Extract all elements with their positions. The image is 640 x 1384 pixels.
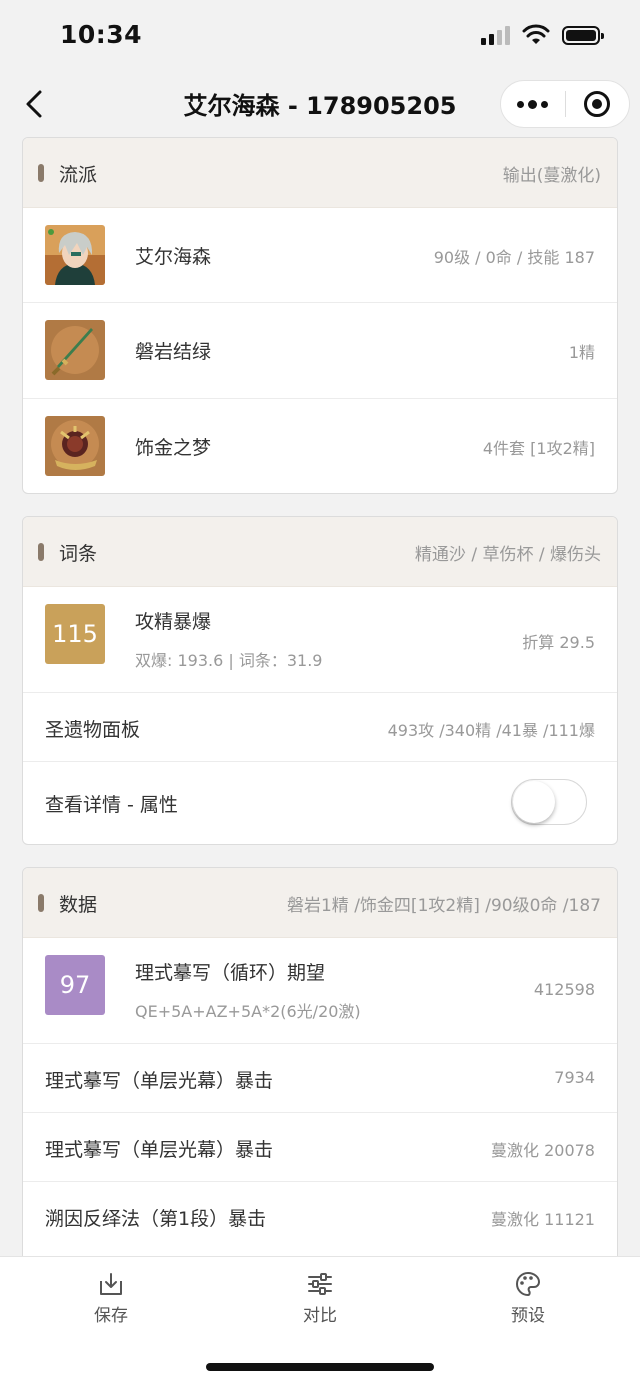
data-row[interactable]: 溯因反绎法（第1段）暴击 蔓激化 11121 [23, 1182, 617, 1251]
stats-score-title: 攻精暴爆 [135, 611, 212, 633]
data-row-value: 蔓激化 20078 [491, 1141, 595, 1160]
character-name: 艾尔海森 [135, 246, 212, 268]
data-score-value: 412598 [533, 980, 595, 999]
tab-compare[interactable]: 对比 [270, 1271, 370, 1326]
home-indicator [206, 1363, 434, 1371]
tab-save[interactable]: 保存 [61, 1271, 161, 1326]
artifact-panel-value: 493攻 /340精 /41暴 /111爆 [387, 721, 595, 740]
battery-icon [562, 25, 604, 45]
cellular-signal-icon [481, 25, 510, 45]
stats-header-title: 词条 [59, 543, 98, 565]
data-card: 数据 磐岩1精 /饰金四[1攻2精] /90级0命 /187 97 理式摹写（循… [22, 867, 618, 1287]
artifact-panel-label: 圣遗物面板 [45, 719, 141, 741]
data-score-badge: 97 [45, 955, 105, 1015]
status-bar: 10:34 [0, 0, 640, 72]
weapon-row[interactable]: 磐岩结绿 1精 [23, 303, 617, 399]
data-row-value: 蔓激化 11121 [491, 1210, 595, 1229]
stats-score-converted: 折算 29.5 [522, 633, 595, 652]
stats-card: 词条 精通沙 / 草伤杯 / 爆伤头 115 攻精暴爆 双爆: 193.6 | … [22, 516, 618, 845]
wifi-icon [522, 24, 550, 44]
data-row[interactable]: 理式摹写（单层光幕）暴击 7934 [23, 1044, 617, 1113]
stats-card-header: 词条 精通沙 / 草伤杯 / 爆伤头 [23, 517, 617, 587]
data-header-title: 数据 [59, 894, 98, 916]
artifact-set-detail: 4件套 [1攻2精] [482, 439, 595, 458]
view-detail-label: 查看详情 - 属性 [45, 794, 178, 816]
weapon-name: 磐岩结绿 [135, 341, 212, 363]
data-row-label: 理式摹写（单层光幕）暴击 [45, 1070, 274, 1092]
sword-weapon-icon [45, 320, 105, 380]
build-card: 流派 输出(蔓激化) 艾尔海森 90级 / 0命 / 技能 187 磐岩结绿 1… [22, 137, 618, 494]
palette-icon [516, 1271, 541, 1297]
data-row-value: 7934 [554, 1068, 595, 1087]
view-detail-toggle[interactable] [511, 779, 587, 825]
artifact-flower-icon [45, 416, 105, 476]
stats-score-row[interactable]: 115 攻精暴爆 双爆: 193.6 | 词条：31.9 折算 29.5 [23, 587, 617, 693]
stats-score-badge: 115 [45, 604, 105, 664]
stats-header-value[interactable]: 精通沙 / 草伤杯 / 爆伤头 [415, 540, 601, 565]
data-score-title: 理式摹写（循环）期望 [135, 962, 326, 984]
build-header-title: 流派 [59, 164, 98, 186]
data-row[interactable]: 理式摹写（单层光幕）暴击 蔓激化 20078 [23, 1113, 617, 1182]
data-row-label: 理式摹写（单层光幕）暴击 [45, 1139, 274, 1161]
build-header-value[interactable]: 输出(蔓激化) [503, 161, 601, 186]
weapon-refinement: 1精 [568, 343, 595, 362]
data-card-header: 数据 磐岩1精 /饰金四[1攻2精] /90级0命 /187 [23, 868, 617, 938]
tab-preset-label: 预设 [511, 1306, 545, 1326]
miniprogram-capsule [500, 80, 630, 128]
character-detail: 90级 / 0命 / 技能 187 [433, 248, 595, 267]
status-time: 10:34 [60, 20, 143, 49]
view-detail-row: 查看详情 - 属性 [23, 762, 617, 844]
nav-bar: 艾尔海森 - 178905205 [0, 72, 640, 136]
data-header-value[interactable]: 磐岩1精 /饰金四[1攻2精] /90级0命 /187 [287, 891, 601, 916]
artifact-row[interactable]: 饰金之梦 4件套 [1攻2精] [23, 399, 617, 493]
artifact-panel-row[interactable]: 圣遗物面板 493攻 /340精 /41暴 /111爆 [23, 693, 617, 762]
tab-compare-label: 对比 [303, 1306, 337, 1326]
data-row-label: 溯因反绎法（第1段）暴击 [45, 1208, 267, 1230]
sliders-icon [308, 1273, 332, 1295]
character-row[interactable]: 艾尔海森 90级 / 0命 / 技能 187 [23, 208, 617, 303]
artifact-name: 饰金之梦 [135, 437, 212, 459]
character-portrait-icon [45, 225, 105, 285]
tab-save-label: 保存 [94, 1306, 128, 1326]
more-icon[interactable] [501, 81, 565, 127]
tab-preset[interactable]: 预设 [478, 1271, 578, 1326]
download-icon [100, 1273, 122, 1295]
data-score-sub: QE+5A+AZ+5A*2(6光/20激) [135, 1002, 361, 1021]
stats-score-sub: 双爆: 193.6 | 词条：31.9 [135, 651, 323, 670]
data-score-row[interactable]: 97 理式摹写（循环）期望 QE+5A+AZ+5A*2(6光/20激) 4125… [23, 938, 617, 1044]
close-miniprogram-icon[interactable] [566, 81, 630, 127]
build-card-header: 流派 输出(蔓激化) [23, 138, 617, 208]
